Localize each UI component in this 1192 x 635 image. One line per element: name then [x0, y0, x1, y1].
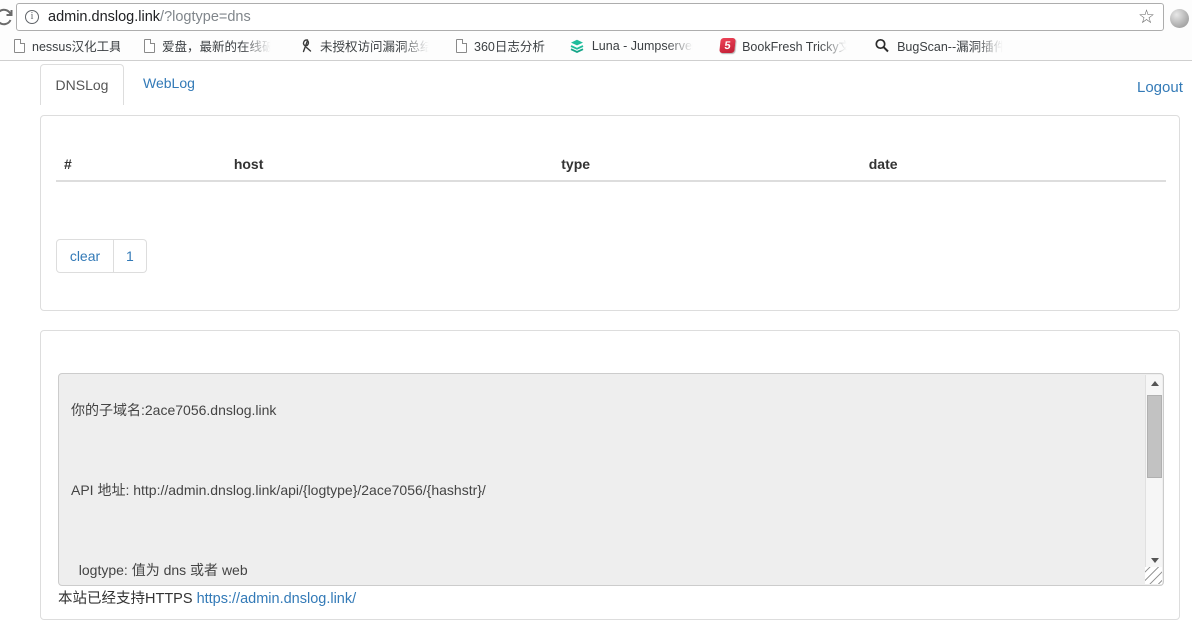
scrollbar-thumb[interactable] [1147, 395, 1162, 478]
page-icon [144, 38, 155, 53]
browser-profile-globe-icon[interactable] [1170, 9, 1189, 28]
https-note-text: 本站已经支持HTTPS [58, 591, 197, 607]
signature-icon [298, 38, 313, 54]
page-1-button[interactable]: 1 [114, 239, 147, 273]
dns-log-panel: # host type date clear 1 [40, 115, 1180, 311]
bookmark-nessus[interactable]: nessus汉化工具 [2, 34, 132, 58]
url-host: admin.dnslog.link [48, 9, 161, 25]
bookmark-bookfresh[interactable]: 5 BookFresh Tricky文 [708, 34, 862, 58]
tab-label: DNSLog [55, 77, 109, 93]
page-icon [14, 38, 25, 53]
scroll-up-icon[interactable] [1146, 375, 1163, 392]
url-text[interactable]: admin.dnslog.link/?logtype=dns [48, 9, 251, 25]
column-header-host: host [225, 148, 554, 182]
browser-chrome: admin.dnslog.link/?logtype=dns ☆ nessus汉… [0, 0, 1192, 61]
pagination: clear 1 [56, 239, 147, 273]
reload-icon[interactable] [0, 6, 15, 28]
api-info-textarea[interactable]: 你的子域名:2ace7056.dnslog.link API 地址: http:… [58, 373, 1164, 586]
https-link[interactable]: https://admin.dnslog.link/ [197, 591, 357, 607]
textarea-scrollbar[interactable] [1145, 375, 1162, 569]
bookmarks-bar: nessus汉化工具 爱盘，最新的在线破 未授权访问漏洞总结 360日志分析 L… [0, 31, 1192, 60]
page-icon [456, 38, 467, 53]
bookmark-star-icon[interactable]: ☆ [1138, 8, 1155, 27]
tab-dnslog[interactable]: DNSLog [40, 64, 124, 105]
bookmark-bugscan[interactable]: BugScan--漏洞插件 [862, 34, 1018, 58]
table-header-row: # host type date [56, 148, 1166, 182]
bookmark-label: 爱盘，最新的在线破 [162, 40, 274, 54]
textarea-resize-grip[interactable] [1145, 567, 1162, 584]
dns-log-table: # host type date [56, 148, 1166, 182]
page-content: DNSLog WebLog Logout # host type date cl… [0, 61, 1192, 635]
page-info-icon[interactable] [25, 10, 39, 24]
bookmark-label: BookFresh Tricky文 [742, 40, 851, 54]
address-bar[interactable]: admin.dnslog.link/?logtype=dns ☆ [16, 3, 1164, 31]
layers-icon [569, 38, 585, 54]
info-panel: 你的子域名:2ace7056.dnslog.link API 地址: http:… [40, 330, 1180, 620]
bookmark-label: 未授权访问漏洞总结 [320, 40, 432, 54]
bookmark-unauth-vuln[interactable]: 未授权访问漏洞总结 [286, 34, 444, 58]
tab-weblog[interactable]: WebLog [143, 75, 195, 91]
bookmark-360-log[interactable]: 360日志分析 [444, 34, 557, 58]
api-info-text: 你的子域名:2ace7056.dnslog.link API 地址: http:… [71, 402, 486, 578]
red-5-icon: 5 [719, 38, 736, 53]
url-path: /?logtype=dns [160, 9, 251, 25]
bookmark-luna-jumpserver[interactable]: Luna - Jumpserver [557, 34, 708, 58]
column-header-index: # [56, 148, 226, 182]
bookmark-aipan[interactable]: 爱盘，最新的在线破 [132, 34, 286, 58]
clear-button[interactable]: clear [56, 239, 114, 273]
https-note: 本站已经支持HTTPS https://admin.dnslog.link/ [58, 587, 356, 608]
column-header-type: type [553, 148, 861, 182]
column-header-date: date [860, 148, 1166, 182]
magnifier-icon [874, 38, 890, 54]
bookmark-label: nessus汉化工具 [32, 40, 120, 54]
bookmark-label: 360日志分析 [474, 40, 545, 54]
logout-link[interactable]: Logout [1137, 79, 1183, 96]
bookmark-label: Luna - Jumpserver [591, 38, 697, 53]
bookmark-label: BugScan--漏洞插件 [897, 40, 1007, 54]
